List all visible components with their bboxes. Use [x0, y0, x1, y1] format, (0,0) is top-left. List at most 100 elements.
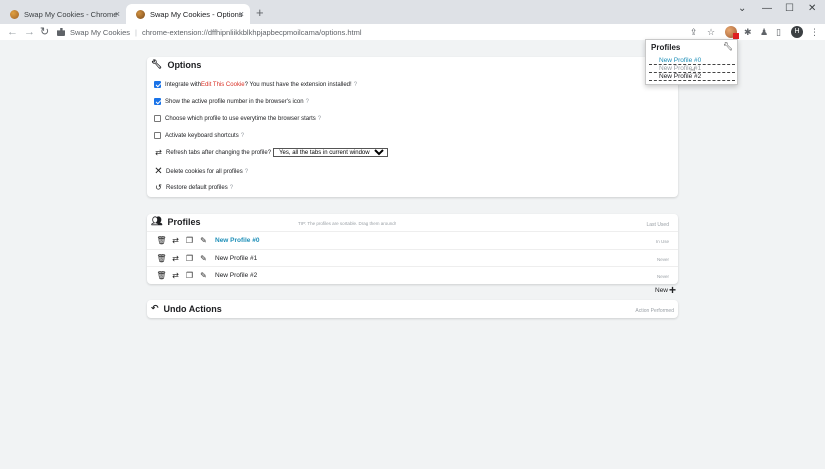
swap-icon[interactable]: ⇄ — [170, 271, 181, 280]
profiles-tip: TIP: The profiles are sortable. Drag the… — [298, 221, 396, 226]
refresh-icon: ⇄ — [155, 148, 162, 157]
delete-cookies-option[interactable]: ✕ Delete cookies for all profiles ? — [154, 166, 248, 177]
last-used-header: Last Used — [646, 222, 669, 228]
extensions-icon[interactable]: ✱ — [744, 26, 752, 38]
tab-close-icon[interactable]: × — [239, 9, 244, 19]
keyboard-checkbox[interactable] — [154, 132, 161, 139]
url-text: chrome-extension://dffhipnliikkblkhpjapb… — [141, 27, 362, 37]
new-tab-button[interactable]: + — [256, 5, 264, 20]
help-icon[interactable]: ? — [230, 185, 233, 191]
tab-options[interactable]: Swap My Cookies - Options × — [126, 4, 250, 24]
row-actions: 🗑︎ ⇄ ❐ ✎ — [156, 236, 209, 245]
refresh-label: Refresh tabs after changing the profile? — [166, 149, 272, 156]
menu-icon[interactable]: ⋮ — [810, 26, 819, 38]
extension-puzzle-icon — [57, 28, 65, 36]
show-active-checkbox[interactable] — [154, 98, 161, 105]
choose-profile-checkbox[interactable] — [154, 115, 161, 122]
help-icon[interactable]: ? — [306, 99, 309, 105]
trash-icon[interactable]: 🗑︎ — [156, 254, 167, 263]
profile-name[interactable]: New Profile #1 — [215, 255, 257, 262]
undo-title-text: Undo Actions — [163, 303, 222, 314]
wrench-icon: 🔧︎ — [151, 59, 163, 69]
integrate-label: Integrate with — [165, 81, 202, 88]
site-name: Swap My Cookies — [70, 27, 131, 37]
table-row[interactable]: 🗑︎ ⇄ ❐ ✎ New Profile #1 Never — [147, 249, 678, 266]
swap-icon[interactable]: ⇄ — [170, 236, 181, 245]
pencil-icon[interactable]: ✎ — [198, 271, 209, 280]
trash-icon[interactable]: 🗑︎ — [156, 271, 167, 280]
keyboard-option: Activate keyboard shortcuts ? — [154, 132, 244, 139]
options-title: 🔧︎ Options — [151, 59, 201, 70]
profiles-title: 👥︎ Profiles — [151, 216, 200, 227]
help-icon[interactable]: ? — [318, 116, 321, 122]
plus-icon: + — [669, 283, 677, 297]
address-separator: | — [135, 27, 137, 37]
avatar[interactable]: H — [791, 26, 803, 38]
copy-icon[interactable]: ❐ — [184, 254, 195, 263]
popup-title: Profiles — [651, 43, 681, 52]
users-icon: 👥︎ — [151, 216, 163, 226]
profiles-popup: Profiles 🔧︎ New Profile #0 New Profile #… — [645, 39, 738, 85]
pencil-icon[interactable]: ✎ — [198, 236, 209, 245]
tab-chrome-web-store[interactable]: Swap My Cookies - Chrome Web Store × — [0, 4, 126, 24]
keyboard-label: Activate keyboard shortcuts — [165, 132, 239, 139]
maximize-button[interactable]: ☐ — [785, 3, 794, 14]
options-title-text: Options — [167, 59, 202, 70]
choose-profile-option: Choose which profile to use everytime th… — [154, 115, 321, 122]
choose-profile-label: Choose which profile to use everytime th… — [165, 115, 316, 122]
undo-icon: ↶ — [151, 303, 159, 313]
bookmark-star-icon[interactable]: ☆ — [707, 26, 715, 38]
minimize-button[interactable]: — — [762, 3, 772, 14]
integrate-suffix: ? You must have the extension installed! — [244, 81, 352, 88]
tab-strip: Swap My Cookies - Chrome Web Store × Swa… — [0, 0, 825, 24]
options-panel: 🔧︎ Options Integrate with Edit This Cook… — [147, 57, 678, 197]
integrate-checkbox[interactable] — [154, 81, 161, 88]
tab-close-icon[interactable]: × — [115, 9, 120, 19]
delete-x-icon: ✕ — [154, 166, 163, 177]
refresh-select[interactable]: Yes, all the tabs in current window — [273, 148, 389, 157]
restore-label: Restore default profiles — [166, 184, 228, 191]
show-active-option: Show the active profile number in the br… — [154, 98, 309, 105]
profiles-title-text: Profiles — [167, 216, 201, 227]
tab-search-icon[interactable]: ⌄ — [738, 3, 746, 14]
help-icon[interactable]: ? — [354, 82, 357, 88]
tab-title: Swap My Cookies - Chrome Web Store — [24, 9, 119, 19]
swap-icon[interactable]: ⇄ — [170, 254, 181, 263]
back-button[interactable]: ← — [7, 24, 18, 40]
tab-title: Swap My Cookies - Options — [150, 9, 243, 19]
copy-icon[interactable]: ❐ — [184, 236, 195, 245]
copy-icon[interactable]: ❐ — [184, 271, 195, 280]
profile-last-used: Never — [656, 257, 669, 262]
address-bar[interactable]: Swap My Cookies | chrome-extension://dff… — [57, 25, 697, 39]
profile-name[interactable]: New Profile #2 — [215, 272, 257, 279]
reload-button[interactable]: ↻ — [40, 24, 49, 40]
profile-name[interactable]: New Profile #0 — [215, 237, 259, 244]
show-active-label: Show the active profile number in the br… — [165, 98, 304, 105]
cookie-favicon-icon — [136, 9, 145, 19]
new-profile-button[interactable]: New + — [655, 283, 677, 297]
help-icon[interactable]: ? — [245, 169, 248, 175]
popup-profile-item[interactable]: New Profile #0 — [649, 57, 735, 65]
cookie-favicon-icon — [10, 9, 19, 19]
pencil-icon[interactable]: ✎ — [198, 254, 209, 263]
table-row[interactable]: 🗑︎ ⇄ ❐ ✎ New Profile #2 Never — [147, 266, 678, 283]
row-actions: 🗑︎ ⇄ ❐ ✎ — [156, 271, 209, 280]
close-window-button[interactable]: ✕ — [808, 3, 816, 14]
extension-person-icon[interactable]: ♟ — [760, 26, 768, 38]
side-panel-icon[interactable]: ▯ — [776, 26, 781, 38]
profile-last-used: In Use — [655, 239, 669, 244]
table-row[interactable]: 🗑︎ ⇄ ❐ ✎ New Profile #0 In Use — [147, 231, 678, 248]
undo-title: ↶ Undo Actions — [151, 303, 222, 314]
delete-cookies-label: Delete cookies for all profiles — [166, 168, 243, 175]
hand-cursor-icon: ☝ — [690, 66, 697, 77]
undo-panel: ↶ Undo Actions Action Performed — [147, 300, 678, 318]
trash-icon[interactable]: 🗑︎ — [156, 236, 167, 245]
forward-button[interactable]: → — [24, 24, 35, 40]
help-icon[interactable]: ? — [241, 133, 244, 139]
share-icon[interactable]: ⇪ — [690, 26, 698, 38]
restore-option[interactable]: ↺ Restore default profiles ? — [154, 183, 233, 192]
profile-last-used: Never — [656, 274, 669, 279]
wrench-icon[interactable]: 🔧︎ — [723, 42, 733, 51]
edit-this-cookie-link[interactable]: Edit This Cookie — [201, 82, 245, 88]
action-performed-header: Action Performed — [635, 308, 674, 314]
